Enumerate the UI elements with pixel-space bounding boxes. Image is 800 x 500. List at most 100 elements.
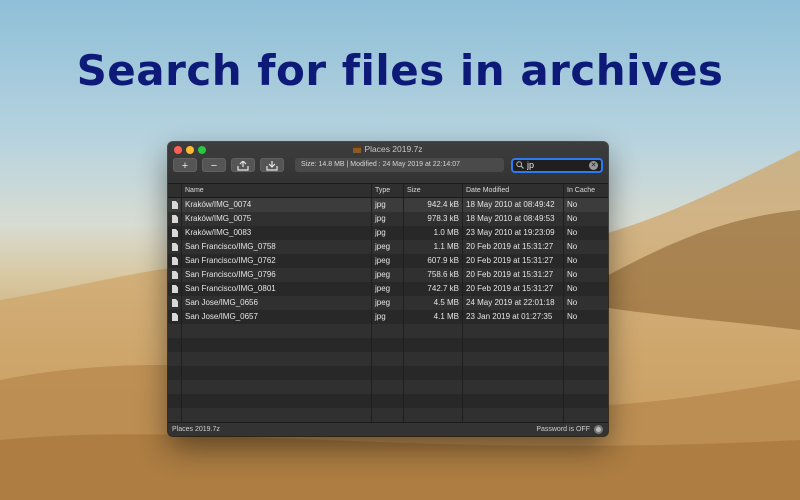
row-type: jpg (372, 226, 404, 240)
empty-table-row (168, 394, 608, 408)
row-size: 942.4 kB (404, 198, 463, 212)
search-field[interactable]: ✕ (511, 157, 603, 173)
row-type: jpeg (372, 296, 404, 310)
table-row[interactable]: San Jose/IMG_0657 jpg 4.1 MB 23 Jan 2019 at… (168, 310, 608, 324)
row-type: jpeg (372, 282, 404, 296)
row-in-cache (564, 324, 608, 338)
document-icon (172, 299, 178, 307)
row-size: 742.7 kB (404, 282, 463, 296)
window-title-text: Places 2019.7z (364, 144, 423, 154)
row-in-cache: No (567, 312, 578, 321)
extract-to-button[interactable] (260, 158, 284, 172)
file-icon-cell (168, 268, 182, 282)
table-header: Name Type Size Date Modified In Cache (168, 184, 608, 198)
table-row[interactable]: San Francisco/IMG_0762 jpeg 607.9 kB 20 Feb… (168, 254, 608, 268)
file-icon-cell (168, 338, 182, 352)
row-date-modified (463, 352, 564, 366)
row-size (404, 338, 463, 352)
file-icon-cell (168, 226, 182, 240)
column-name[interactable]: Name (182, 184, 372, 197)
row-type (372, 408, 404, 422)
extract-button[interactable] (231, 158, 255, 172)
row-type: jpg (372, 310, 404, 324)
row-in-cache: No (567, 270, 578, 279)
add-button[interactable]: + (173, 158, 197, 172)
file-icon-cell (168, 296, 182, 310)
file-icon-cell (168, 282, 182, 296)
document-icon (172, 201, 178, 209)
row-size (404, 394, 463, 408)
row-in-cache: No (567, 242, 578, 251)
column-in-cache[interactable]: In Cache (564, 184, 608, 197)
table-row[interactable]: San Francisco/IMG_0801 jpeg 742.7 kB 20 Feb… (168, 282, 608, 296)
row-size: 1.0 MB (404, 226, 463, 240)
row-in-cache: No (567, 200, 578, 209)
row-size: 758.6 kB (404, 268, 463, 282)
row-size: 607.9 kB (404, 254, 463, 268)
row-in-cache: No (567, 256, 578, 265)
row-date-modified (463, 366, 564, 380)
empty-table-row (168, 408, 608, 422)
row-name (182, 338, 372, 352)
search-icon (516, 161, 524, 169)
file-icon-cell (168, 394, 182, 408)
window-titlebar[interactable]: Places 2019.7z + − Size: 14.8 MB | Modif… (168, 142, 608, 184)
table-row[interactable]: San Francisco/IMG_0758 jpeg 1.1 MB 20 Feb 2… (168, 240, 608, 254)
column-size[interactable]: Size (404, 184, 463, 197)
empty-table-row (168, 324, 608, 338)
row-type: jpeg (372, 240, 404, 254)
row-date-modified (463, 394, 564, 408)
search-input[interactable] (527, 160, 587, 170)
row-type (372, 394, 404, 408)
row-type (372, 380, 404, 394)
icon-column-header (168, 184, 182, 197)
row-size: 4.1 MB (404, 310, 463, 324)
window-title: Places 2019.7z (168, 144, 608, 154)
column-type[interactable]: Type (372, 184, 404, 197)
row-size (404, 380, 463, 394)
table-row[interactable]: San Jose/IMG_0656 jpeg 4.5 MB 24 May 2019 a… (168, 296, 608, 310)
empty-table-row (168, 338, 608, 352)
row-in-cache: No (567, 214, 578, 223)
row-name: San Francisco/IMG_0801 (182, 282, 372, 296)
file-icon-cell (168, 240, 182, 254)
row-in-cache (564, 366, 608, 380)
table-row[interactable]: San Francisco/IMG_0796 jpeg 758.6 kB 20 Feb… (168, 268, 608, 282)
file-icon-cell (168, 352, 182, 366)
row-date-modified: 24 May 2019 at 22:01:18 (463, 296, 564, 310)
empty-table-row (168, 366, 608, 380)
row-type: jpeg (372, 268, 404, 282)
row-date-modified: 23 May 2010 at 19:23:09 (463, 226, 564, 240)
column-date-modified[interactable]: Date Modified (463, 184, 564, 197)
row-size: 978.3 kB (404, 212, 463, 226)
archive-info-bar: Size: 14.8 MB | Modified : 24 May 2019 a… (295, 158, 504, 172)
table-row[interactable]: Kraków/IMG_0074 jpg 942.4 kB 18 May 2010 at… (168, 198, 608, 212)
row-name: San Jose/IMG_0657 (182, 310, 372, 324)
document-icon (172, 215, 178, 223)
row-in-cache (564, 394, 608, 408)
row-type (372, 352, 404, 366)
row-type (372, 338, 404, 352)
row-in-cache: No (567, 298, 578, 307)
file-icon-cell (168, 212, 182, 226)
row-name: Kraków/IMG_0083 (182, 226, 372, 240)
row-size (404, 408, 463, 422)
row-date-modified: 23 Jan 2019 at 01:27:35 (463, 310, 564, 324)
toolbar: + − Size: 14.8 MB | Modified : 24 May 20… (173, 157, 603, 173)
row-in-cache (564, 338, 608, 352)
row-type (372, 324, 404, 338)
table-row[interactable]: Kraków/IMG_0083 jpg 1.0 MB 23 May 2010 at 1… (168, 226, 608, 240)
row-in-cache (564, 352, 608, 366)
table-row[interactable]: Kraków/IMG_0075 jpg 978.3 kB 18 May 2010 at… (168, 212, 608, 226)
row-type: jpeg (372, 254, 404, 268)
file-table: Name Type Size Date Modified In Cache Kr… (168, 184, 608, 422)
gear-icon[interactable] (594, 425, 603, 434)
headline: Search for files in archives (76, 46, 724, 95)
row-date-modified: 20 Feb 2019 at 15:31:27 (463, 254, 564, 268)
row-date-modified: 20 Feb 2019 at 15:31:27 (463, 282, 564, 296)
row-name (182, 408, 372, 422)
remove-button[interactable]: − (202, 158, 226, 172)
clear-search-icon[interactable]: ✕ (589, 160, 598, 170)
row-date-modified (463, 380, 564, 394)
row-type (372, 366, 404, 380)
